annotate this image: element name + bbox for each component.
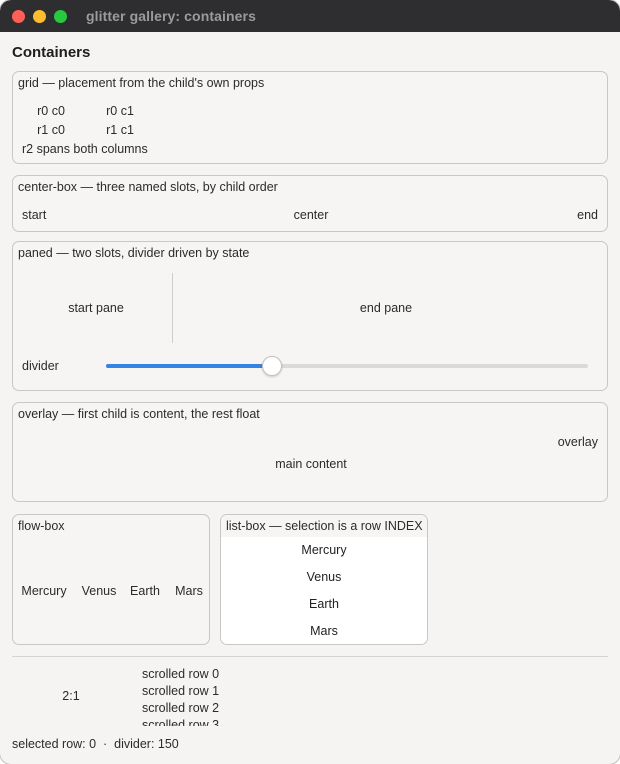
- aspect-frame-label: 2:1: [62, 689, 80, 703]
- paned-start-pane: start pane: [68, 301, 124, 315]
- flowbox-frame: flow-box Mercury Venus Earth Mars: [12, 514, 210, 645]
- list-item[interactable]: Earth: [221, 591, 427, 618]
- listbox-frame: list-box — selection is a row INDEX Merc…: [220, 514, 428, 645]
- listbox-frame-title: list-box — selection is a row INDEX: [226, 519, 423, 533]
- app-window: glitter gallery: containers Containers g…: [0, 0, 620, 764]
- centerbox-start: start: [22, 208, 47, 222]
- divider-label: divider: [22, 359, 59, 373]
- overlay-float: overlay: [557, 435, 598, 449]
- grid-cell-r0c1: r0 c1: [106, 104, 134, 118]
- scrolled-row: scrolled row 0: [142, 667, 220, 681]
- page-title: Containers: [12, 44, 91, 61]
- grid-span-cell: r2 spans both columns: [22, 142, 148, 156]
- minimize-window-button[interactable]: [33, 10, 46, 23]
- centerbox-frame: center-box — three named slots, by child…: [12, 175, 608, 232]
- flowbox-item: Earth: [130, 584, 160, 598]
- maximize-window-button[interactable]: [54, 10, 67, 23]
- flowbox-frame-title: flow-box: [18, 519, 65, 533]
- paned-frame: paned — two slots, divider driven by sta…: [12, 241, 608, 391]
- grid-frame-title: grid — placement from the child's own pr…: [18, 76, 265, 90]
- centerbox-end: end: [577, 208, 598, 222]
- list-item[interactable]: Venus: [221, 564, 427, 591]
- list-item[interactable]: Mars: [221, 618, 427, 644]
- scrolled-row: scrolled row 2: [142, 701, 220, 715]
- divider-slider-fill: [106, 364, 273, 368]
- flowbox-item: Venus: [81, 584, 117, 598]
- grid-frame: grid — placement from the child's own pr…: [12, 71, 608, 164]
- window-title: glitter gallery: containers: [86, 8, 256, 24]
- scrolled-window[interactable]: scrolled row 0 scrolled row 1 scrolled r…: [142, 666, 302, 726]
- grid-cell-r1c0: r1 c0: [37, 123, 65, 137]
- paned-end-pane: end pane: [359, 301, 413, 315]
- grid-cell-r0c0: r0 c0: [37, 104, 65, 118]
- section-separator: [12, 656, 608, 657]
- status-bar-text: selected row: 0 · divider: 150: [12, 737, 179, 751]
- overlay-main-content: main content: [275, 457, 347, 471]
- flowbox-item: Mercury: [21, 584, 67, 598]
- grid-cell-r1c1: r1 c1: [106, 123, 134, 137]
- centerbox-center: center: [293, 208, 329, 222]
- paned-frame-title: paned — two slots, divider driven by sta…: [18, 246, 250, 260]
- paned-divider-handle[interactable]: [172, 273, 173, 343]
- scrolled-row: scrolled row 3: [142, 718, 220, 726]
- divider-slider[interactable]: [106, 356, 588, 376]
- list-item[interactable]: Mercury: [221, 537, 427, 564]
- overlay-frame-title: overlay — first child is content, the re…: [18, 407, 260, 421]
- divider-slider-knob[interactable]: [262, 356, 283, 376]
- flowbox-item: Mars: [175, 584, 203, 598]
- overlay-frame: overlay — first child is content, the re…: [12, 402, 608, 502]
- centerbox-frame-title: center-box — three named slots, by child…: [18, 180, 278, 194]
- scrolled-row: scrolled row 1: [142, 684, 220, 698]
- close-window-button[interactable]: [12, 10, 25, 23]
- title-bar[interactable]: glitter gallery: containers: [0, 0, 620, 32]
